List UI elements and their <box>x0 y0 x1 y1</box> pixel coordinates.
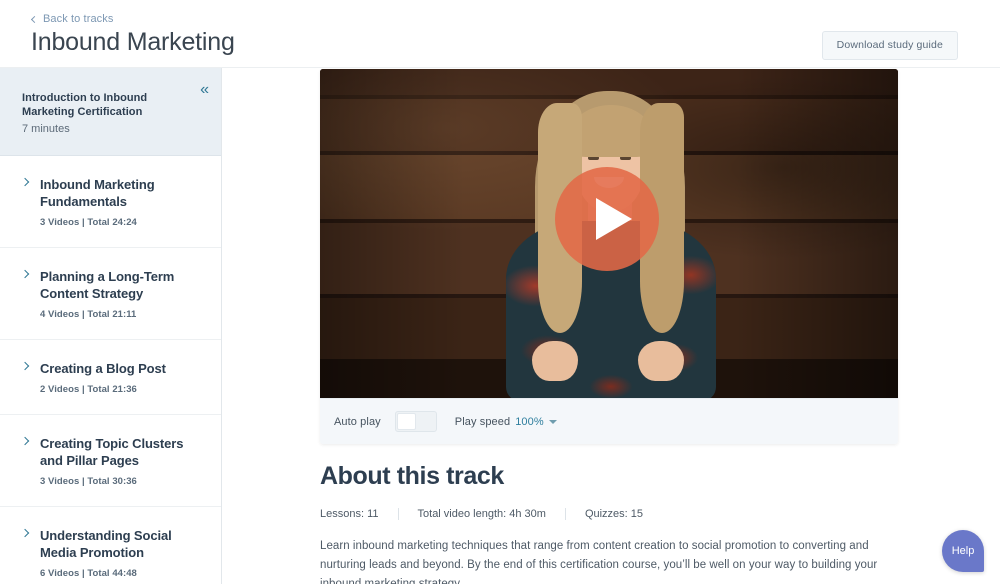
sidebar-active-lesson[interactable]: Introduction to Inbound Marketing Certif… <box>0 68 221 156</box>
sidebar-module-text: Inbound Marketing Fundamentals 3 Videos … <box>40 176 205 228</box>
auto-play-label: Auto play <box>334 415 381 428</box>
sidebar-active-lesson-title: Introduction to Inbound Marketing Certif… <box>22 92 148 118</box>
presenter-hand-left <box>532 341 578 381</box>
stat-quizzes: Quizzes: 15 <box>564 508 662 520</box>
video-thumbnail[interactable] <box>320 69 898 398</box>
about-track-description: Learn inbound marketing techniques that … <box>320 540 878 584</box>
play-button[interactable] <box>555 167 659 271</box>
sidebar-module-meta: 2 Videos | Total 21:36 <box>40 384 137 395</box>
about-track-stats: Lessons: 11 Total video length: 4h 30m Q… <box>320 508 900 520</box>
presenter-hand-right <box>638 341 684 381</box>
sidebar-module-text: Planning a Long-Term Content Strategy 4 … <box>40 268 205 320</box>
sidebar-module-3[interactable]: Creating a Blog Post 2 Videos | Total 21… <box>0 340 221 415</box>
chevron-left-icon <box>30 15 39 23</box>
auto-play-toggle[interactable] <box>394 411 437 432</box>
sidebar-module-text: Understanding Social Media Promotion 6 V… <box>40 527 205 579</box>
about-track-section: About this track Lessons: 11 Total video… <box>320 461 900 584</box>
sidebar-module-1[interactable]: Inbound Marketing Fundamentals 3 Videos … <box>0 156 221 248</box>
chevron-right-icon <box>22 270 31 279</box>
sidebar-module-text: Creating a Blog Post 2 Videos | Total 21… <box>40 360 205 395</box>
chevron-down-icon[interactable] <box>548 419 557 424</box>
sidebar-active-lesson-duration: 7 minutes <box>22 123 70 135</box>
play-triangle-icon <box>596 198 632 240</box>
page-header: Back to tracks Inbound Marketing Downloa… <box>0 0 1000 68</box>
chevron-right-icon <box>22 529 31 538</box>
sidebar-module-meta: 3 Videos | Total 30:36 <box>40 476 137 487</box>
sidebar-module-title: Creating Topic Clusters and Pillar Pages <box>40 436 184 468</box>
sidebar-module-2[interactable]: Planning a Long-Term Content Strategy 4 … <box>0 248 221 340</box>
course-sidebar[interactable]: Introduction to Inbound Marketing Certif… <box>0 68 222 584</box>
sidebar-module-title: Creating a Blog Post <box>40 361 166 376</box>
sidebar-module-4[interactable]: Creating Topic Clusters and Pillar Pages… <box>0 415 221 507</box>
auto-play-toggle-knob <box>396 413 416 430</box>
about-track-title: About this track <box>320 462 504 490</box>
play-speed-control[interactable]: Play speed 100% <box>455 416 557 428</box>
player-controls: Auto play Play speed 100% <box>320 398 898 444</box>
stat-total-video-length: Total video length: 4h 30m <box>397 508 565 520</box>
sidebar-module-title: Understanding Social Media Promotion <box>40 528 172 560</box>
sidebar-module-5[interactable]: Understanding Social Media Promotion 6 V… <box>0 507 221 584</box>
play-speed-label: Play speed <box>454 415 511 428</box>
course-track-page: Back to tracks Inbound Marketing Downloa… <box>0 0 1000 584</box>
sidebar-module-meta: 4 Videos | Total 21:11 <box>40 309 137 320</box>
download-study-guide-button[interactable]: Download study guide <box>821 31 958 60</box>
play-speed-value[interactable]: 100% <box>515 416 544 428</box>
chevron-right-icon <box>22 178 31 187</box>
sidebar-module-text: Creating Topic Clusters and Pillar Pages… <box>40 435 205 487</box>
sidebar-module-meta: 3 Videos | Total 24:24 <box>40 217 137 228</box>
chevron-right-icon <box>22 437 31 446</box>
video-player[interactable]: Auto play Play speed 100% <box>320 69 898 444</box>
sidebar-module-title: Planning a Long-Term Content Strategy <box>40 269 175 301</box>
help-button[interactable]: Help <box>942 530 984 572</box>
back-to-tracks-link[interactable]: Back to tracks <box>30 13 114 25</box>
sidebar-module-meta: 6 Videos | Total 44:48 <box>40 568 137 579</box>
chevron-right-icon <box>22 362 31 371</box>
collapse-sidebar-icon[interactable]: « <box>200 82 209 98</box>
back-to-tracks-label: Back to tracks <box>43 13 114 25</box>
page-title: Inbound Marketing <box>31 28 235 56</box>
stat-lessons: Lessons: 11 <box>320 508 379 520</box>
main-content: Auto play Play speed 100% About this tra… <box>222 68 1000 584</box>
sidebar-module-title: Inbound Marketing Fundamentals <box>40 177 155 209</box>
